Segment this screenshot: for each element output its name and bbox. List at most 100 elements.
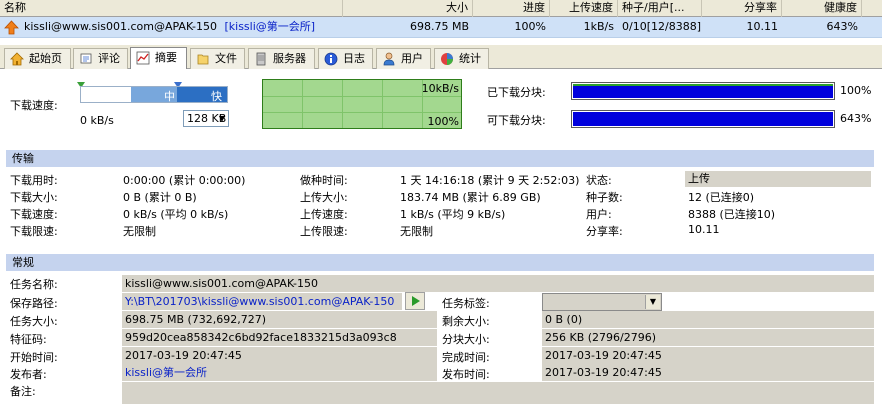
seeding-time-value: 1 天 14:16:18 (累计 9 天 2:52:03): [400, 174, 580, 187]
piece-size-field: 256 KB (2796/2796): [542, 329, 874, 346]
general-section-header: 常规: [6, 254, 874, 271]
downloaded-pieces-label: 已下载分块:: [487, 86, 546, 99]
torrent-row[interactable]: kissli@www.sis001.com@APAK-150 [kissli@第…: [0, 17, 882, 38]
status-label: 状态:: [586, 174, 612, 187]
upload-speed-value: 1 kB/s (平均 9 kB/s): [400, 208, 506, 221]
tab-users[interactable]: 用户: [376, 48, 431, 69]
download-limit-label: 下载限速:: [10, 225, 58, 238]
column-name[interactable]: 名称: [0, 0, 343, 17]
column-progress[interactable]: 进度: [473, 0, 550, 17]
tab-label: 起始页: [29, 52, 62, 65]
download-time-value: 0:00:00 (累计 0:00:00): [123, 174, 246, 187]
upload-size-label: 上传大小:: [300, 191, 348, 204]
upload-size-value: 183.74 MB (累计 6.89 GB): [400, 191, 541, 204]
slider-low-segment: [81, 87, 131, 102]
chart-icon: [136, 51, 150, 65]
seeds-label: 种子数:: [586, 191, 623, 204]
hash-field[interactable]: 959d20cea858342c6bd92face1833215d3a093c8: [122, 329, 437, 346]
comment-icon: [80, 53, 92, 64]
download-size-value: 0 B (累计 0 B): [123, 191, 197, 204]
remaining-field: 0 B (0): [542, 311, 874, 328]
notes-field[interactable]: [122, 382, 874, 404]
remaining-label: 剩余大小:: [442, 315, 490, 328]
torrent-list-header: 名称 大小 进度 上传速度 种子/用户[... 分享率 健康度: [0, 0, 882, 17]
chevron-down-icon[interactable]: ▼: [645, 295, 660, 309]
finish-time-field: 2017-03-19 20:47:45: [542, 347, 874, 364]
slider-mid-segment: 中: [131, 87, 177, 103]
download-limit-value: 无限制: [123, 225, 156, 238]
stats-icon: [441, 53, 453, 65]
file-icon: [197, 54, 209, 65]
save-path-label: 保存路径:: [10, 297, 58, 310]
task-size-field: 698.75 MB (732,692,727): [122, 311, 437, 328]
play-icon: [412, 296, 420, 306]
graph-gridline: [263, 112, 461, 113]
graph-percent-label: 100%: [427, 115, 459, 128]
torrent-health: 643%: [826, 20, 858, 33]
tab-summary[interactable]: 摘要: [130, 47, 187, 70]
user-icon: [383, 52, 395, 66]
graph-gridline: [342, 80, 343, 128]
upload-speed-label: 上传速度:: [300, 208, 348, 221]
download-time-label: 下载用时:: [10, 174, 58, 187]
tab-label: 评论: [98, 52, 120, 65]
slider-mid-label: 中: [164, 90, 175, 103]
tab-label: 文件: [215, 52, 237, 65]
tab-log[interactable]: 日志: [318, 48, 373, 69]
tab-statistics[interactable]: 统计: [434, 48, 489, 69]
peers-value: 8388 (已连接10): [688, 208, 776, 221]
download-size-label: 下载大小:: [10, 191, 58, 204]
downloaded-pieces-topline: [573, 84, 833, 86]
column-upload-speed[interactable]: 上传速度: [550, 0, 618, 17]
share-ratio-label: 分享率:: [586, 225, 623, 238]
graph-gridline: [263, 96, 461, 97]
column-ratio[interactable]: 分享率: [702, 0, 782, 17]
tab-files[interactable]: 文件: [190, 48, 245, 69]
transfer-section-header: 传输: [6, 150, 874, 167]
server-icon: [256, 52, 266, 66]
torrent-progress: 100%: [514, 20, 546, 33]
tab-label: 摘要: [155, 51, 177, 64]
downloaded-pieces-fill: [573, 84, 833, 98]
tab-label: 服务器: [273, 52, 306, 65]
notes-label: 备注:: [10, 385, 36, 398]
tab-label: 日志: [343, 52, 365, 65]
torrent-upload-speed: 1kB/s: [583, 20, 614, 33]
detail-tab-bar: 起始页 评论 摘要 文件 服务器 日志 用户 统计: [0, 45, 882, 70]
available-pieces-fill: [573, 112, 833, 126]
upload-limit-label: 上传限速:: [300, 225, 348, 238]
slider-high-label: 快: [211, 90, 222, 103]
publisher-label: 发布者:: [10, 368, 47, 381]
graph-max-label: 10kB/s: [421, 82, 459, 95]
info-icon: [324, 52, 338, 66]
download-speed-graph: 10kB/s 100%: [262, 79, 462, 129]
task-size-label: 任务大小:: [10, 315, 58, 328]
current-speed-value: 0 kB/s: [80, 114, 114, 127]
task-name-field[interactable]: kissli@www.sis001.com@APAK-150: [122, 275, 874, 292]
task-tag-dropdown[interactable]: ▼: [542, 293, 662, 311]
speed-slider[interactable]: 中 快: [80, 86, 228, 103]
speed-limit-select[interactable]: 128 KB ▼: [183, 110, 229, 127]
publish-time-label: 发布时间:: [442, 368, 490, 381]
tab-label: 用户: [401, 52, 423, 65]
download-speed-label: 下载速度:: [10, 208, 58, 221]
chevron-down-icon: ▼: [218, 114, 225, 123]
graph-gridline: [382, 80, 383, 128]
seeds-value: 12 (已连接0): [688, 191, 755, 204]
tab-start-page[interactable]: 起始页: [4, 48, 71, 69]
save-path-field[interactable]: Y:\BT\201703\kissli@www.sis001.com@APAK-…: [122, 293, 402, 310]
tab-servers[interactable]: 服务器: [248, 48, 315, 69]
publisher-field[interactable]: kissli@第一会所: [122, 364, 437, 381]
column-health[interactable]: 健康度: [782, 0, 862, 17]
available-pieces-label: 可下载分块:: [487, 114, 546, 127]
task-name-label: 任务名称:: [10, 278, 58, 291]
column-seeds-peers[interactable]: 种子/用户[...: [618, 0, 702, 17]
tab-comments[interactable]: 评论: [73, 48, 128, 69]
graph-gridline: [302, 80, 303, 128]
open-folder-button[interactable]: [405, 292, 425, 310]
column-size[interactable]: 大小: [343, 0, 473, 17]
upload-arrow-icon: [4, 20, 19, 35]
share-ratio-value: 10.11: [688, 223, 720, 236]
torrent-name: kissli@www.sis001.com@APAK-150: [24, 20, 217, 33]
slider-high-segment: 快: [177, 87, 227, 103]
